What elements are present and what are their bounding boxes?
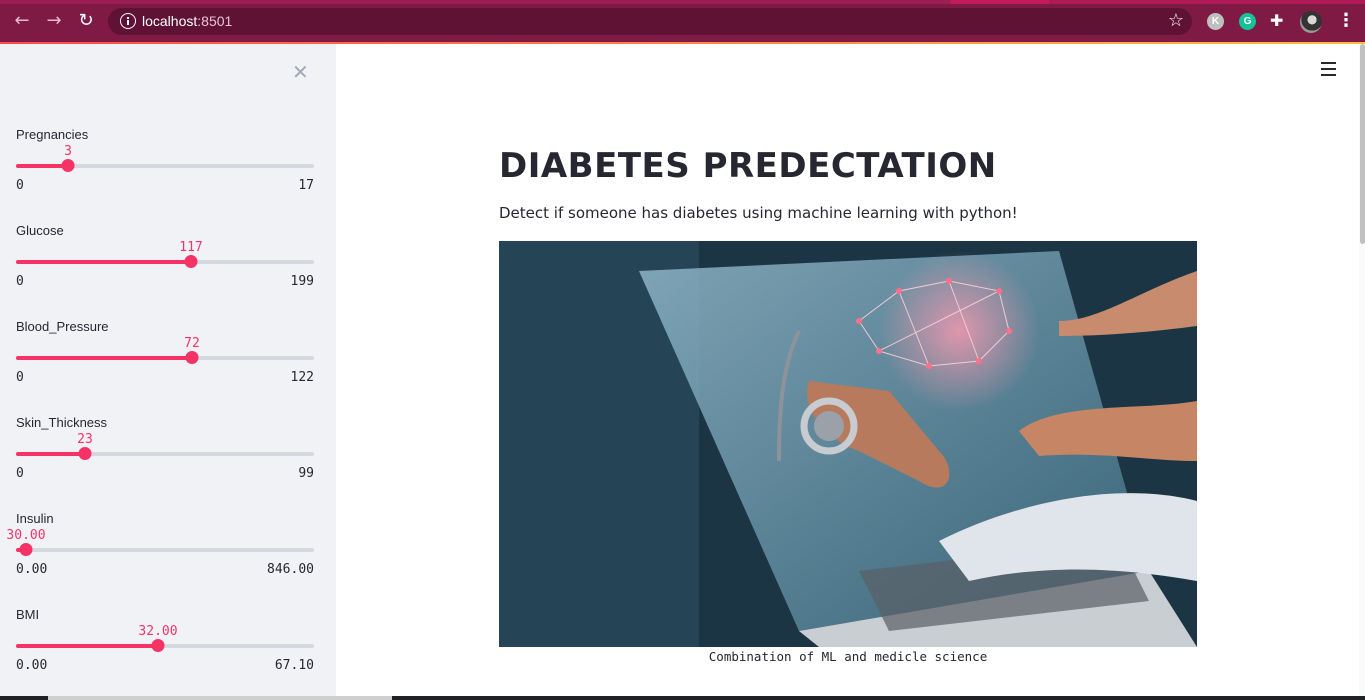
hero-image	[499, 241, 1197, 647]
slider-label: Skin_Thickness	[16, 415, 108, 430]
slider-thumb[interactable]	[185, 351, 199, 364]
slider-max: 846.00	[267, 562, 314, 577]
slider-insulin[interactable]: Insulin 30.00 0.00 846.00	[6, 511, 314, 607]
close-sidebar-icon[interactable]: ✕	[292, 60, 309, 84]
browser-tab-active[interactable]	[1052, 0, 1365, 4]
page-title: DIABETES PREDECTATION	[499, 146, 997, 186]
forward-arrow-icon[interactable]: →	[44, 11, 64, 31]
slider-min: 0	[16, 466, 24, 481]
address-bar[interactable]: localhost:8501 ☆	[108, 8, 1192, 35]
slider-track[interactable]	[16, 639, 314, 652]
slider-blood_pressure[interactable]: Blood_Pressure 72 0 122	[16, 319, 314, 415]
slider-thumb[interactable]	[151, 639, 165, 652]
slider-track[interactable]	[16, 447, 314, 460]
taskbar-highlight	[48, 696, 392, 700]
browser-tab[interactable]	[950, 0, 1050, 4]
slider-min: 0.00	[16, 562, 48, 577]
url-text[interactable]: localhost:8501	[142, 13, 232, 29]
slider-max: 99	[298, 466, 314, 481]
slider-min: 0	[16, 274, 24, 289]
page-subtitle: Detect if someone has diabetes using mac…	[499, 204, 1018, 222]
scrollbar-thumb[interactable]	[1360, 44, 1365, 244]
slider-min: 0.00	[16, 658, 48, 673]
slider-value: 30.00	[6, 528, 46, 543]
slider-skin_thickness[interactable]: Skin_Thickness 23 0 99	[16, 415, 314, 511]
site-info-icon[interactable]	[120, 13, 136, 29]
extensions-puzzle-icon[interactable]: ✚	[1270, 11, 1283, 30]
slider-fill	[16, 452, 85, 456]
slider-label: Blood_Pressure	[16, 319, 109, 334]
slider-max: 199	[290, 274, 314, 289]
slider-fill	[16, 164, 68, 168]
slider-fill	[16, 260, 191, 264]
slider-pregnancies[interactable]: Pregnancies 3 0 17	[16, 127, 314, 223]
slider-track[interactable]	[16, 543, 314, 556]
slider-bmi[interactable]: BMI 32.00 0.00 67.10	[16, 607, 314, 700]
slider-label: BMI	[16, 607, 40, 622]
slider-thumb[interactable]	[184, 255, 198, 268]
url-host: localhost	[142, 13, 198, 29]
url-port: :8501	[197, 13, 233, 29]
slider-value: 3	[64, 144, 72, 159]
reload-icon[interactable]: ↻	[76, 11, 96, 31]
slider-max: 122	[290, 370, 314, 385]
sidebar: ✕ Pregnancies 3 0 17 Glucose 117 0 199 Blood_Pre…	[0, 44, 336, 700]
slider-thumb[interactable]	[61, 159, 75, 172]
slider-thumb[interactable]	[78, 447, 92, 460]
hamburger-menu-icon[interactable]	[1321, 62, 1337, 76]
slider-fill	[16, 356, 192, 360]
bookmark-star-icon[interactable]: ☆	[1168, 10, 1184, 32]
slider-value: 72	[184, 336, 200, 351]
slider-value: 32.00	[138, 624, 178, 639]
slider-glucose[interactable]: Glucose 117 0 199	[16, 223, 314, 319]
slider-value: 23	[77, 432, 93, 447]
slider-label: Glucose	[16, 223, 64, 238]
slider-track[interactable]	[16, 255, 314, 268]
slider-min: 0	[16, 178, 24, 193]
browser-menu-icon[interactable]: ⋮	[1337, 9, 1355, 33]
slider-fill	[16, 644, 158, 648]
slider-min: 0	[16, 370, 24, 385]
extension-k-icon[interactable]: K	[1207, 13, 1224, 30]
slider-track[interactable]	[16, 351, 314, 364]
back-arrow-icon[interactable]: ←	[12, 11, 32, 31]
profile-avatar[interactable]	[1300, 11, 1322, 33]
browser-toolbar: ← → ↻ localhost:8501 ☆ K G ✚ ⋮	[0, 0, 1365, 42]
slider-label: Pregnancies	[16, 127, 89, 142]
slider-thumb[interactable]	[19, 543, 33, 556]
slider-max: 67.10	[274, 658, 314, 673]
slider-value: 117	[179, 240, 203, 255]
grammarly-icon[interactable]: G	[1239, 13, 1256, 30]
image-caption: Combination of ML and medicle science	[708, 649, 988, 664]
slider-label: Insulin	[16, 511, 54, 526]
slider-track[interactable]	[16, 159, 314, 172]
slider-max: 17	[298, 178, 314, 193]
